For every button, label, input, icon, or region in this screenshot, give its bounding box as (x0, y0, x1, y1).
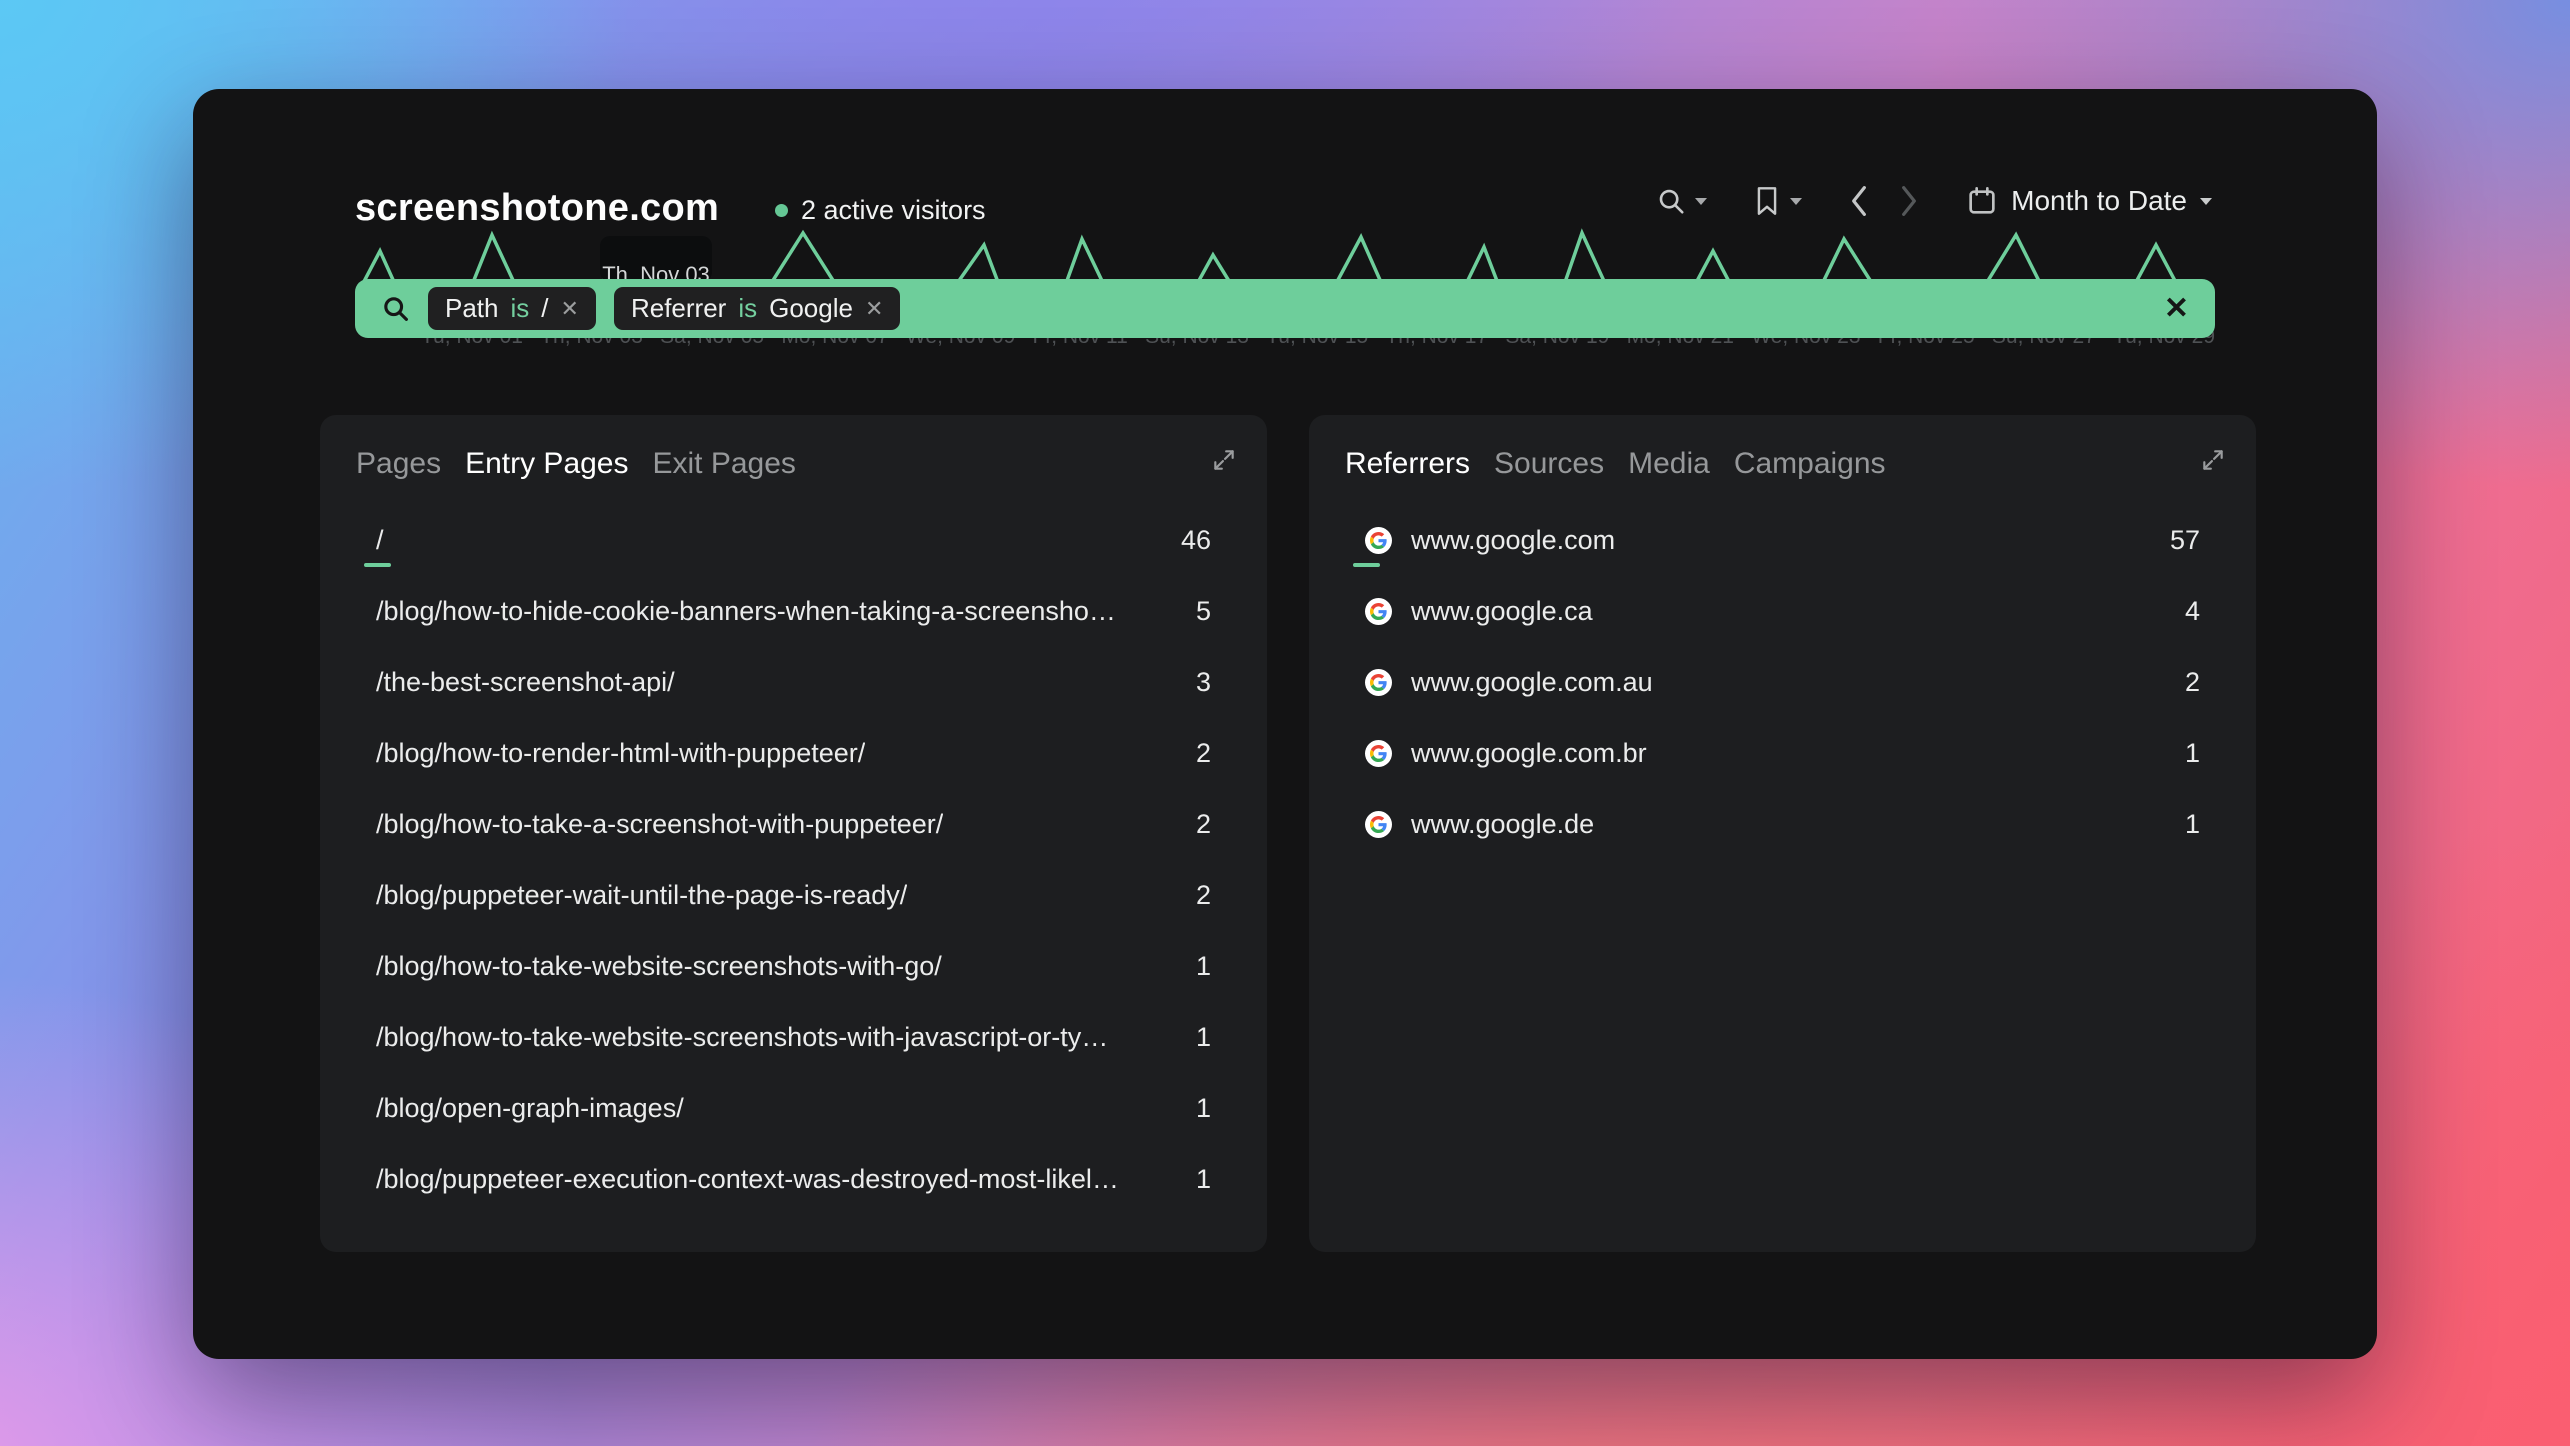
expand-referrers-card-button[interactable] (2200, 447, 2226, 473)
google-favicon (1365, 669, 1392, 696)
expand-icon (1211, 447, 1237, 473)
table-row[interactable]: www.google.com 57 (1345, 505, 2220, 576)
date-range-button[interactable]: Month to Date (1966, 185, 2212, 217)
table-row[interactable]: /blog/how-to-take-website-screenshots-wi… (356, 1002, 1231, 1073)
pages-list: / 46 /blog/how-to-hide-cookie-banners-wh… (356, 505, 1231, 1215)
filter-search-icon (381, 294, 410, 323)
remove-filter-icon[interactable]: ✕ (865, 298, 883, 320)
row-highlight-bar (364, 563, 391, 567)
table-row[interactable]: /blog/how-to-take-a-screenshot-with-pupp… (356, 789, 1231, 860)
google-favicon (1365, 598, 1392, 625)
date-range-label: Month to Date (2011, 185, 2187, 217)
table-row[interactable]: www.google.com.au 2 (1345, 647, 2220, 718)
tab-pages[interactable]: Pages (356, 447, 441, 481)
table-row[interactable]: /blog/how-to-hide-cookie-banners-when-ta… (356, 576, 1231, 647)
table-row[interactable]: /blog/puppeteer-execution-context-was-de… (356, 1144, 1231, 1215)
google-favicon (1365, 740, 1392, 767)
table-row[interactable]: /blog/puppeteer-wait-until-the-page-is-r… (356, 860, 1231, 931)
calendar-icon (1966, 185, 1998, 217)
table-row[interactable]: /the-best-screenshot-api/ 3 (356, 647, 1231, 718)
chevron-right-icon (1898, 185, 1920, 217)
table-row[interactable]: www.google.com.br 1 (1345, 718, 2220, 789)
next-period-button[interactable] (1898, 185, 1920, 217)
tab-entry-pages[interactable]: Entry Pages (465, 447, 628, 481)
chart-tooltip: Th, Nov 03 (600, 236, 712, 282)
filter-chip-value: / (541, 293, 548, 324)
filter-chip-operator: is (511, 293, 530, 324)
filter-chip-field: Path (445, 293, 499, 324)
filter-chip-value: Google (769, 293, 853, 324)
pages-card-tabs: Pages Entry Pages Exit Pages (356, 447, 1231, 481)
tab-referrers[interactable]: Referrers (1345, 447, 1470, 481)
filter-chip-operator: is (738, 293, 757, 324)
active-visitors: 2 active visitors (775, 195, 986, 226)
referrers-card: Referrers Sources Media Campaigns www.go… (1309, 415, 2256, 1252)
table-row[interactable]: /blog/how-to-take-website-screenshots-wi… (356, 931, 1231, 1002)
row-highlight-bar (1353, 563, 1380, 567)
expand-icon (2200, 447, 2226, 473)
period-nav (1848, 185, 1920, 217)
referrers-card-tabs: Referrers Sources Media Campaigns (1345, 447, 2220, 481)
chevron-down-icon (1695, 198, 1707, 205)
clear-filters-button[interactable]: ✕ (2164, 294, 2189, 324)
search-menu-button[interactable] (1656, 186, 1707, 216)
table-row[interactable]: www.google.ca 4 (1345, 576, 2220, 647)
tab-media[interactable]: Media (1628, 447, 1710, 481)
pages-card: Pages Entry Pages Exit Pages / 46 /blog/… (320, 415, 1267, 1252)
google-favicon (1365, 811, 1392, 838)
chevron-left-icon (1848, 185, 1870, 217)
chevron-down-icon (2200, 198, 2212, 205)
site-title: screenshotone.com (355, 187, 719, 230)
tab-campaigns[interactable]: Campaigns (1734, 447, 1886, 481)
previous-period-button[interactable] (1848, 185, 1870, 217)
table-row[interactable]: /blog/open-graph-images/ 1 (356, 1073, 1231, 1144)
google-favicon (1365, 527, 1392, 554)
table-row[interactable]: / 46 (356, 505, 1231, 576)
tab-exit-pages[interactable]: Exit Pages (653, 447, 796, 481)
referrers-list: www.google.com 57 www.google.ca 4 www.go… (1345, 505, 2220, 860)
filter-chip-referrer[interactable]: Referrer is Google ✕ (614, 287, 900, 330)
chevron-down-icon (1790, 198, 1802, 205)
active-visitors-dot (775, 204, 788, 217)
remove-filter-icon[interactable]: ✕ (561, 298, 579, 320)
active-visitors-label: 2 active visitors (801, 195, 986, 226)
filter-chip-path[interactable]: Path is / ✕ (428, 287, 596, 330)
search-icon (1656, 186, 1686, 216)
bookmarks-menu-button[interactable] (1753, 186, 1802, 216)
filter-chip-field: Referrer (631, 293, 726, 324)
table-row[interactable]: www.google.de 1 (1345, 789, 2220, 860)
table-row[interactable]: /blog/how-to-render-html-with-puppeteer/… (356, 718, 1231, 789)
toolbar: Month to Date (1656, 185, 2212, 217)
analytics-window: screenshotone.com 2 active visitors (193, 89, 2377, 1359)
expand-pages-card-button[interactable] (1211, 447, 1237, 473)
tab-sources[interactable]: Sources (1494, 447, 1604, 481)
bookmark-icon (1753, 186, 1781, 216)
filter-bar: Path is / ✕ Referrer is Google ✕ ✕ (355, 279, 2215, 338)
